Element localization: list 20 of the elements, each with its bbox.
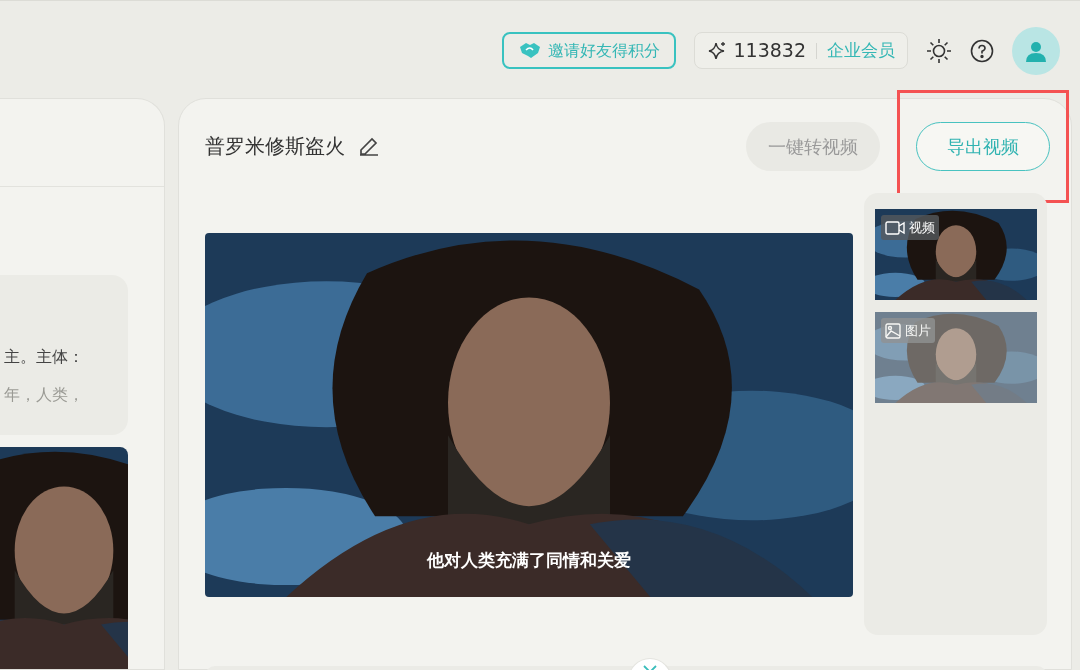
sparkle-icon (707, 40, 728, 61)
points-count: 113832 (733, 38, 806, 64)
thumbnail[interactable]: 视频 (875, 209, 1037, 300)
help-icon[interactable] (970, 38, 994, 63)
script-text: 主。主体： (4, 346, 84, 368)
subtitle: 他对人类充满了同情和关爱 (426, 548, 632, 572)
badge-label: 图片 (905, 321, 931, 340)
handshake-icon (518, 40, 543, 61)
badge-label: 视频 (909, 218, 935, 237)
invite-button[interactable]: 邀请好友得积分 (502, 32, 677, 69)
export-button[interactable]: 导出视频 (916, 121, 1050, 171)
convert-button[interactable]: 一键转视频 (746, 121, 880, 171)
image-icon (885, 322, 901, 339)
thumbnail[interactable]: 图片 (875, 312, 1037, 403)
sun-icon[interactable] (926, 37, 952, 64)
video-icon (885, 220, 905, 235)
membership-link[interactable]: 企业会员 (827, 37, 895, 64)
user-icon (1025, 39, 1047, 62)
project-title: 普罗米修斯盗火 (205, 133, 345, 160)
script-text: 年，人类， (4, 384, 84, 406)
